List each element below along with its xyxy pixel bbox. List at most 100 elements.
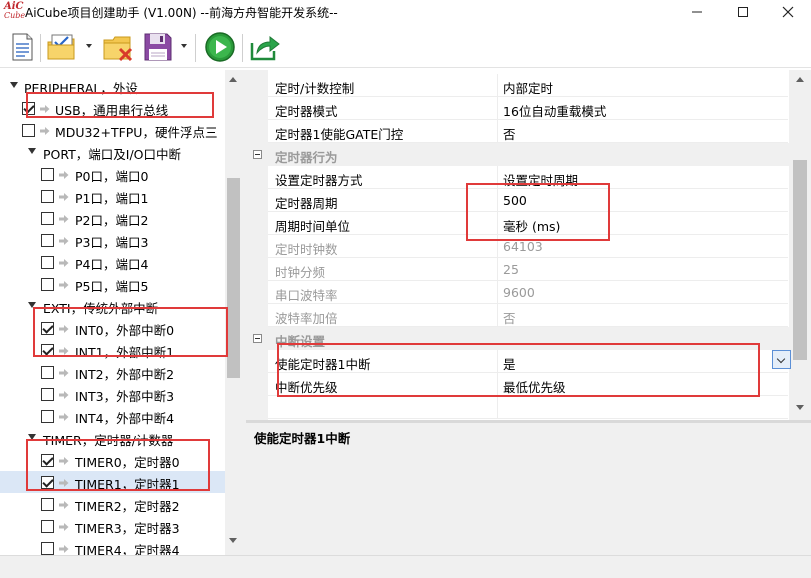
tree-item-label: PORT，端口及I/O口中断	[43, 147, 182, 162]
prop-row-baud-rate: 串口波特率 9600	[268, 281, 788, 304]
checkbox[interactable]	[41, 498, 54, 511]
checkbox[interactable]	[41, 256, 54, 269]
minimize-button[interactable]	[674, 0, 720, 24]
column-divider	[497, 281, 498, 304]
tree-scroll-thumb[interactable]	[227, 178, 240, 378]
toolbar	[0, 26, 811, 68]
prop-row-timer-mode[interactable]: 定时器模式 16位自动重载模式	[268, 97, 788, 120]
close-icon	[782, 6, 794, 18]
status-bar	[0, 555, 811, 578]
description-title: 使能定时器1中断	[254, 431, 351, 446]
tree-item-timer4[interactable]: TIMER4，定时器4	[0, 537, 225, 555]
value-dropdown-button[interactable]	[772, 350, 791, 369]
highlight-box-timer	[26, 439, 210, 491]
prop-row-empty	[268, 396, 788, 419]
checkbox[interactable]	[41, 542, 54, 555]
prop-value: 64103	[503, 239, 543, 254]
prop-value: 否	[503, 311, 516, 326]
toolbar-separator	[40, 34, 41, 62]
tree-item-mdu32[interactable]: MDU32+TFPU，硬件浮点三	[0, 119, 225, 141]
tree-item-p4[interactable]: P4口，端口4	[0, 251, 225, 273]
prop-name: 定时器周期	[275, 196, 338, 211]
arrow-right-icon	[59, 523, 69, 531]
tree-item-label: TIMER2，定时器2	[75, 499, 180, 514]
tree-item-p3[interactable]: P3口，端口3	[0, 229, 225, 251]
arrow-right-icon	[40, 127, 50, 135]
property-grid-gutter	[246, 70, 268, 420]
scroll-down-icon[interactable]	[229, 538, 237, 543]
open-project-button[interactable]	[46, 31, 80, 65]
column-divider	[497, 74, 498, 97]
maximize-button[interactable]	[720, 0, 766, 24]
column-divider	[497, 396, 498, 419]
tree-item-p1[interactable]: P1口，端口1	[0, 185, 225, 207]
grid-scrollbar[interactable]	[789, 70, 811, 420]
new-project-button[interactable]	[8, 31, 36, 65]
checkbox[interactable]	[41, 388, 54, 401]
app-logo: AiC Cube	[3, 1, 25, 23]
collapse-icon[interactable]	[253, 150, 262, 159]
tree-item-timer3[interactable]: TIMER3，定时器3	[0, 515, 225, 537]
checkbox[interactable]	[22, 124, 35, 137]
checkbox[interactable]	[41, 278, 54, 291]
prop-value: 否	[503, 127, 516, 142]
checkbox[interactable]	[41, 212, 54, 225]
collapse-icon[interactable]	[253, 334, 262, 343]
prop-name: 定时器模式	[275, 104, 338, 119]
export-share-icon	[250, 35, 280, 61]
prop-name: 周期时间单位	[275, 219, 351, 234]
tree-item-label: P2口，端口2	[75, 213, 149, 228]
checkbox[interactable]	[41, 234, 54, 247]
open-dropdown-arrow[interactable]	[86, 44, 92, 48]
scroll-down-icon[interactable]	[796, 405, 804, 410]
arrow-right-icon	[59, 193, 69, 201]
column-divider	[497, 97, 498, 120]
prop-row-timer-control[interactable]: 定时/计数控制 内部定时	[268, 74, 788, 97]
checkbox[interactable]	[41, 410, 54, 423]
checkbox[interactable]	[41, 366, 54, 379]
expand-icon[interactable]	[10, 82, 18, 88]
prop-row-gate-enable[interactable]: 定时器1使能GATE门控 否	[268, 120, 788, 143]
arrow-right-icon	[59, 391, 69, 399]
checkbox[interactable]	[41, 168, 54, 181]
highlight-box-usb	[26, 92, 214, 118]
expand-icon[interactable]	[28, 148, 36, 154]
tree-item-p0[interactable]: P0口，端口0	[0, 163, 225, 185]
tree-item-p5[interactable]: P5口，端口5	[0, 273, 225, 295]
description-pane: 使能定时器1中断	[246, 423, 811, 555]
save-project-button[interactable]	[142, 31, 174, 65]
tree-item-label: MDU32+TFPU，硬件浮点三	[55, 125, 218, 140]
tree-item-label: INT4，外部中断4	[75, 411, 175, 426]
arrow-right-icon	[59, 281, 69, 289]
scroll-up-icon[interactable]	[229, 77, 237, 82]
tree-item-port[interactable]: PORT，端口及I/O口中断	[0, 141, 225, 163]
tree-item-label: P0口，端口0	[75, 169, 149, 184]
title-bar: AiC Cube AiCube项目创建助手 (V1.00N) --前海方舟智能开…	[0, 0, 811, 26]
prop-name: 串口波特率	[275, 288, 338, 303]
tree-item-int3[interactable]: INT3，外部中断3	[0, 383, 225, 405]
category-timer-behavior[interactable]: 定时器行为	[246, 143, 789, 166]
scroll-up-icon[interactable]	[796, 77, 804, 82]
category-title: 定时器行为	[275, 150, 338, 165]
open-folder-icon	[47, 34, 75, 60]
prop-name: 定时时钟数	[275, 242, 338, 257]
prop-value: 25	[503, 262, 519, 277]
close-folder-icon	[103, 36, 133, 62]
tree-item-timer2[interactable]: TIMER2，定时器2	[0, 493, 225, 515]
export-button[interactable]	[248, 31, 282, 65]
tree-item-int4[interactable]: INT4，外部中断4	[0, 405, 225, 427]
tree-item-int2[interactable]: INT2，外部中断2	[0, 361, 225, 383]
prop-name: 定时器1使能GATE门控	[275, 127, 404, 142]
arrow-right-icon	[59, 501, 69, 509]
grid-scroll-thumb[interactable]	[793, 160, 807, 360]
checkbox[interactable]	[41, 520, 54, 533]
column-divider	[497, 120, 498, 143]
prop-value: 9600	[503, 285, 535, 300]
checkbox[interactable]	[41, 190, 54, 203]
tree-item-p2[interactable]: P2口，端口2	[0, 207, 225, 229]
prop-name: 波特率加倍	[275, 311, 338, 326]
save-dropdown-arrow[interactable]	[181, 44, 187, 48]
close-window-button[interactable]	[765, 0, 811, 24]
close-project-button[interactable]	[102, 31, 136, 65]
run-button[interactable]	[203, 31, 237, 65]
